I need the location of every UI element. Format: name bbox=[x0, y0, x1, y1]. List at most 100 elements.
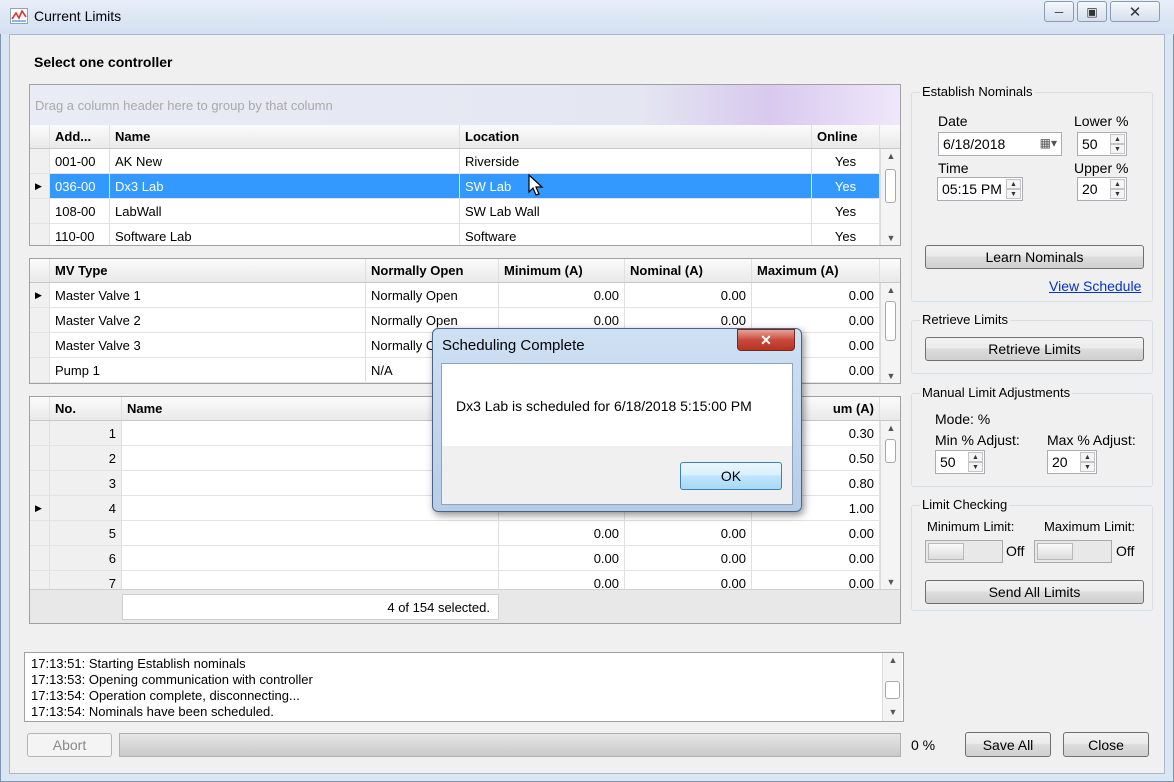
minimum-limit-label: Minimum Limit: bbox=[927, 519, 1015, 534]
column-header-address[interactable]: Add... bbox=[50, 125, 110, 148]
max-adjust-label: Max % Adjust: bbox=[1047, 432, 1136, 448]
minimum-limit-toggle[interactable] bbox=[925, 540, 1003, 563]
station-scrollbar[interactable]: ▲ ▼ bbox=[880, 421, 900, 589]
abort-button[interactable]: Abort bbox=[27, 733, 112, 757]
scroll-up-icon[interactable]: ▲ bbox=[883, 653, 903, 667]
column-header-name[interactable]: Name bbox=[110, 125, 460, 148]
spin-buttons[interactable]: ▲ ▼ bbox=[1006, 179, 1021, 199]
cell-number: 5 bbox=[50, 521, 122, 545]
minimize-button[interactable]: ─ bbox=[1044, 1, 1074, 22]
mv-scrollbar[interactable]: ▲ ▼ bbox=[880, 283, 900, 383]
time-stepper[interactable]: 05:15 PM ▲ ▼ bbox=[937, 177, 1023, 201]
ok-button[interactable]: OK bbox=[680, 462, 782, 490]
calendar-dropdown-icon[interactable]: ▦▾ bbox=[1040, 136, 1057, 150]
spin-down-icon[interactable]: ▼ bbox=[1080, 462, 1095, 472]
spin-down-icon[interactable]: ▼ bbox=[1110, 144, 1125, 154]
scroll-thumb[interactable] bbox=[885, 301, 896, 341]
spin-up-icon[interactable]: ▲ bbox=[968, 452, 983, 462]
cell-nominal: 0.00 bbox=[625, 546, 752, 570]
maximum-limit-state: Off bbox=[1116, 543, 1135, 559]
spin-down-icon[interactable]: ▼ bbox=[968, 462, 983, 472]
spin-up-icon[interactable]: ▲ bbox=[1080, 452, 1095, 462]
spin-up-icon[interactable]: ▲ bbox=[1110, 179, 1125, 189]
cell-mv-type: Master Valve 3 bbox=[50, 333, 366, 357]
cell-location: SW Lab bbox=[460, 174, 812, 198]
maximum-limit-toggle[interactable] bbox=[1034, 540, 1112, 563]
view-schedule-link[interactable]: View Schedule bbox=[1049, 278, 1141, 294]
progress-percent: 0 % bbox=[911, 737, 936, 753]
spin-buttons[interactable]: ▲ ▼ bbox=[1110, 134, 1125, 154]
controller-row-selected[interactable]: ▶ 036-00 Dx3 Lab SW Lab Yes bbox=[30, 174, 880, 199]
scroll-down-icon[interactable]: ▼ bbox=[881, 575, 900, 589]
column-header-location[interactable]: Location bbox=[460, 125, 812, 148]
dialog-body: Dx3 Lab is scheduled for 6/18/2018 5:15:… bbox=[441, 363, 793, 505]
close-window-button[interactable]: ✕ bbox=[1110, 1, 1160, 22]
spin-buttons[interactable]: ▲ ▼ bbox=[1110, 179, 1125, 199]
cell-online: Yes bbox=[812, 224, 880, 245]
controller-row[interactable]: 001-00 AK New Riverside Yes bbox=[30, 149, 880, 174]
cell-name: Dx3 Lab bbox=[110, 174, 460, 198]
cell-number: 3 bbox=[50, 471, 122, 495]
mv-row[interactable]: ▶ Master Valve 1 Normally Open 0.00 0.00… bbox=[30, 283, 880, 308]
group-by-panel[interactable]: Drag a column header here to group by th… bbox=[30, 85, 900, 125]
log-scrollbar[interactable]: ▲ ▼ bbox=[882, 653, 902, 721]
retrieve-limits-button[interactable]: Retrieve Limits bbox=[925, 337, 1144, 361]
date-picker[interactable]: 6/18/2018 ▦▾ bbox=[938, 132, 1062, 156]
mv-header: MV Type Normally Open Minimum (A) Nomina… bbox=[30, 259, 900, 283]
cell-number: 4 bbox=[50, 496, 122, 520]
scroll-up-icon[interactable]: ▲ bbox=[881, 283, 900, 297]
column-header-nominal[interactable]: Nominal (A) bbox=[625, 259, 752, 282]
station-row[interactable]: 7 0.00 0.00 0.00 bbox=[30, 571, 880, 589]
max-adjust-stepper[interactable]: 20 ▲ ▼ bbox=[1047, 450, 1097, 474]
column-header-number[interactable]: No. bbox=[50, 397, 122, 420]
upper-percent-stepper[interactable]: 20 ▲ ▼ bbox=[1077, 177, 1127, 201]
upper-percent-value: 20 bbox=[1082, 181, 1098, 197]
column-header-minimum[interactable]: Minimum (A) bbox=[499, 259, 625, 282]
controllers-scrollbar[interactable]: ▲ ▼ bbox=[880, 149, 900, 245]
spin-buttons[interactable]: ▲ ▼ bbox=[1080, 452, 1095, 472]
title-bar: Current Limits ─ ▣ ✕ bbox=[0, 0, 1174, 34]
scroll-down-icon[interactable]: ▼ bbox=[881, 231, 900, 245]
column-header-normally-open[interactable]: Normally Open bbox=[366, 259, 499, 282]
learn-nominals-button[interactable]: Learn Nominals bbox=[925, 245, 1144, 269]
cell-station-name bbox=[122, 571, 499, 589]
row-indicator-icon: ▶ bbox=[30, 496, 50, 520]
send-all-limits-button[interactable]: Send All Limits bbox=[925, 580, 1144, 604]
lower-percent-stepper[interactable]: 50 ▲ ▼ bbox=[1077, 132, 1127, 156]
scroll-up-icon[interactable]: ▲ bbox=[881, 149, 900, 163]
cell-nominal: 0.00 bbox=[625, 571, 752, 589]
station-row[interactable]: 6 0.00 0.00 0.00 bbox=[30, 546, 880, 571]
column-header-maximum[interactable]: Maximum (A) bbox=[752, 259, 880, 282]
spin-up-icon[interactable]: ▲ bbox=[1006, 179, 1021, 189]
column-header-online[interactable]: Online bbox=[812, 125, 880, 148]
controller-row[interactable]: 110-00 Software Lab Software Yes bbox=[30, 224, 880, 245]
spin-down-icon[interactable]: ▼ bbox=[1110, 189, 1125, 199]
scroll-down-icon[interactable]: ▼ bbox=[883, 705, 903, 719]
limit-checking-title: Limit Checking bbox=[920, 497, 1010, 512]
scroll-thumb[interactable] bbox=[885, 439, 896, 463]
max-adjust-value: 20 bbox=[1052, 454, 1068, 470]
save-all-button[interactable]: Save All bbox=[965, 732, 1051, 757]
controller-row[interactable]: 108-00 LabWall SW Lab Wall Yes bbox=[30, 199, 880, 224]
scroll-thumb[interactable] bbox=[885, 681, 900, 699]
controllers-grid: Drag a column header here to group by th… bbox=[29, 84, 901, 246]
spin-down-icon[interactable]: ▼ bbox=[1006, 189, 1021, 199]
upper-percent-label: Upper % bbox=[1074, 160, 1129, 176]
scroll-up-icon[interactable]: ▲ bbox=[881, 421, 900, 435]
cell-maximum: 0.00 bbox=[752, 571, 880, 589]
min-adjust-value: 50 bbox=[940, 454, 956, 470]
spin-buttons[interactable]: ▲ ▼ bbox=[968, 452, 983, 472]
dialog-close-button[interactable]: ✕ bbox=[737, 329, 795, 351]
cell-location: Software bbox=[460, 224, 812, 245]
scroll-thumb[interactable] bbox=[885, 169, 896, 203]
station-row[interactable]: 5 0.00 0.00 0.00 bbox=[30, 521, 880, 546]
date-value: 6/18/2018 bbox=[943, 136, 1006, 152]
cell-nominal: 0.00 bbox=[625, 521, 752, 545]
scheduling-complete-dialog: Scheduling Complete ✕ Dx3 Lab is schedul… bbox=[432, 328, 802, 512]
spin-up-icon[interactable]: ▲ bbox=[1110, 134, 1125, 144]
min-adjust-stepper[interactable]: 50 ▲ ▼ bbox=[935, 450, 985, 474]
column-header-mv-type[interactable]: MV Type bbox=[50, 259, 366, 282]
scroll-down-icon[interactable]: ▼ bbox=[881, 369, 900, 383]
close-button[interactable]: Close bbox=[1063, 732, 1149, 757]
maximize-button[interactable]: ▣ bbox=[1077, 1, 1107, 22]
